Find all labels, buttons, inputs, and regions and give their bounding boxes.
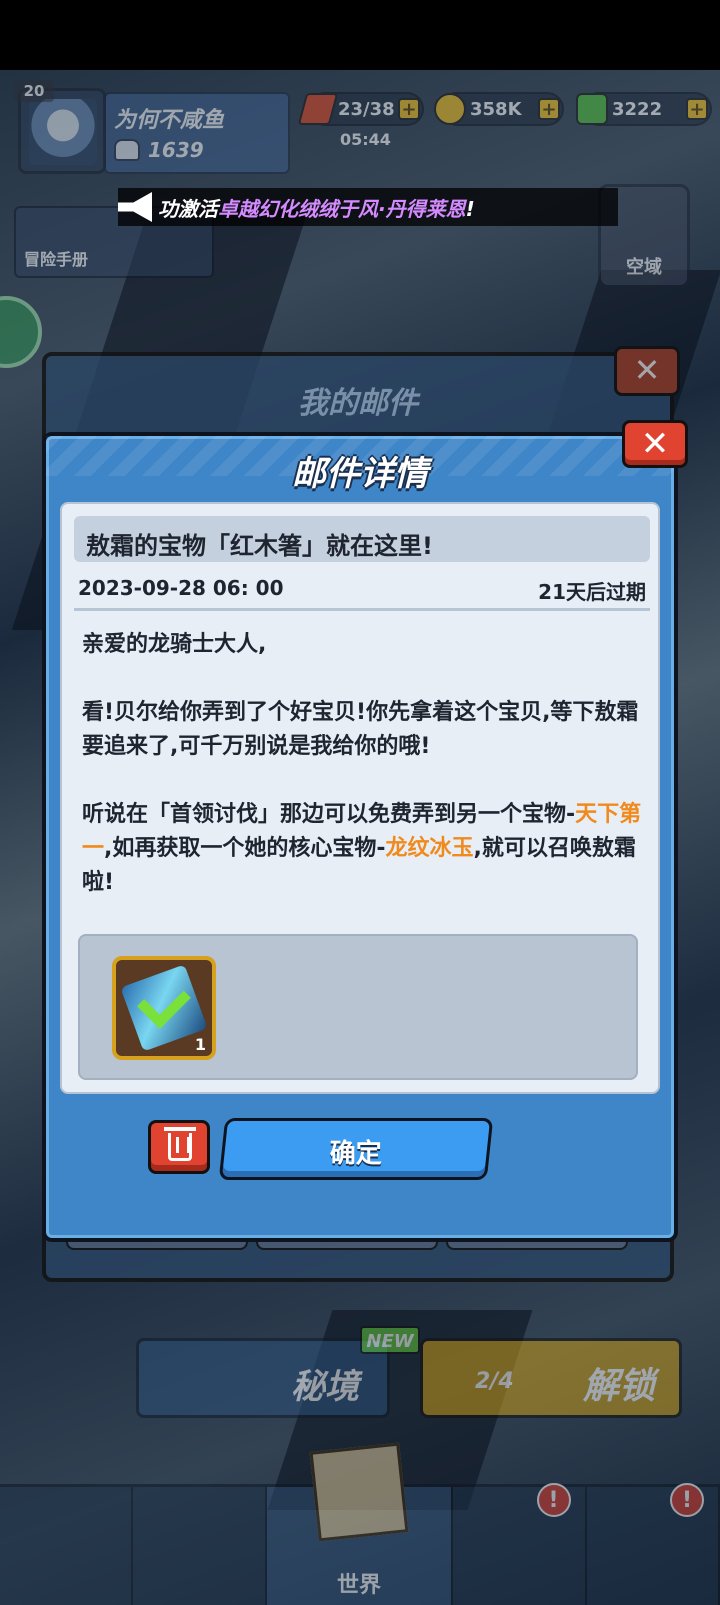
gem-value: 3222 xyxy=(612,98,663,120)
mail-content-card: 敖霜的宝物「红木箸」就在这里! 2023-09-28 06: 00 21天后过期… xyxy=(60,502,660,1094)
add-gold-button[interactable]: + xyxy=(538,98,560,120)
nav-tab-hero[interactable] xyxy=(0,1487,134,1605)
energy-counter: 23/38 + xyxy=(297,92,424,126)
announcement-ticker: 功激活卓越幻化绒绒于风·丹得莱恩! xyxy=(118,188,618,226)
add-gem-button[interactable]: + xyxy=(686,98,708,120)
adventure-book-label: 冒险手册 xyxy=(24,250,89,269)
player-name: 为何不咸鱼 xyxy=(114,108,225,133)
lightning-icon xyxy=(297,93,339,125)
unlock-button[interactable]: 2/4 解锁 xyxy=(420,1338,682,1418)
item-count: 1 xyxy=(194,1035,206,1054)
nav-tab-pet[interactable]: ! xyxy=(453,1483,587,1605)
unlock-label: 解锁 xyxy=(582,1366,655,1407)
status-bar xyxy=(0,0,720,70)
mail-paragraph: 看!贝尔给你弄到了个好宝贝!你先拿着这个宝贝,等下敖霜要追来了,可千万别说是我给… xyxy=(82,700,639,759)
player-info: 为何不咸鱼 1639 xyxy=(104,92,290,174)
megaphone-icon xyxy=(118,192,152,222)
trash-icon xyxy=(164,1127,196,1161)
mail-paragraph: 听说在「首领讨伐」那边可以免费弄到另一个宝物-天下第一,如再获取一个她的核心宝物… xyxy=(82,802,642,895)
divider xyxy=(74,608,650,611)
gem-icon xyxy=(576,93,608,125)
power-row: 1639 xyxy=(114,138,204,162)
mail-date: 2023-09-28 06: 00 xyxy=(78,576,284,600)
confirm-button[interactable]: 确定 xyxy=(218,1118,494,1180)
dialog-title: 邮件详情 xyxy=(292,454,428,494)
secret-realm-label: 秘境 xyxy=(291,1367,359,1407)
mailbox-close-button[interactable]: ✕ xyxy=(614,346,680,396)
unlock-progress: 2/4 xyxy=(475,1369,514,1394)
energy-timer: 05:44 xyxy=(340,130,391,149)
bottom-nav: 世界 ! ! xyxy=(0,1442,720,1605)
mail-detail-dialog: 邮件详情 敖霜的宝物「红木箸」就在这里! 2023-09-28 06: 00 2… xyxy=(42,432,678,1242)
gold-counter: 358K + xyxy=(434,92,564,126)
confirm-label: 确定 xyxy=(329,1139,382,1169)
coin-icon xyxy=(434,93,466,125)
nav-tab-world[interactable]: 世界 xyxy=(266,1442,454,1605)
energy-value: 23/38 xyxy=(338,98,395,120)
reward-item[interactable]: 1 xyxy=(112,956,216,1060)
alert-badge: ! xyxy=(536,1483,571,1517)
nav-tab-guild[interactable] xyxy=(133,1487,267,1605)
dialog-close-button[interactable]: ✕ xyxy=(622,420,688,468)
delete-mail-button[interactable] xyxy=(148,1120,210,1174)
gold-value: 358K xyxy=(470,98,522,120)
attachment-area: 1 xyxy=(78,934,638,1080)
mail-body: 亲爱的龙骑士大人, 看!贝尔给你弄到了个好宝贝!你先拿着这个宝贝,等下敖霜要追来… xyxy=(82,628,642,934)
player-level-badge: 20 xyxy=(14,80,54,102)
nav-world-label: 世界 xyxy=(337,1573,382,1598)
new-badge: NEW xyxy=(360,1326,420,1354)
announcement-text: 功激活卓越幻化绒绒于风·丹得莱恩! xyxy=(158,196,475,221)
mail-greeting: 亲爱的龙骑士大人, xyxy=(82,632,267,657)
nav-tab-shop[interactable]: ! xyxy=(587,1483,720,1605)
avatar-image xyxy=(29,99,97,165)
subject-bar: 敖霜的宝物「红木箸」就在这里! xyxy=(74,516,650,562)
mail-meta: 2023-09-28 06: 00 21天后过期 xyxy=(78,576,646,605)
fist-icon xyxy=(114,139,140,161)
map-icon xyxy=(309,1442,409,1542)
alert-badge: ! xyxy=(670,1483,705,1517)
treasure-name-highlight: 龙纹冰玉 xyxy=(385,836,474,861)
mailbox-title: 我的邮件 xyxy=(298,386,418,421)
gem-counter: 3222 + xyxy=(576,92,712,126)
player-power: 1639 xyxy=(148,138,204,162)
mail-subject: 敖霜的宝物「红木箸」就在这里! xyxy=(86,532,433,560)
secret-realm-button[interactable]: 秘境 xyxy=(136,1338,390,1418)
mail-expiry: 21天后过期 xyxy=(538,580,646,604)
sky-domain-label: 空域 xyxy=(626,257,662,278)
close-icon: ✕ xyxy=(640,424,670,464)
add-energy-button[interactable]: + xyxy=(398,98,420,120)
